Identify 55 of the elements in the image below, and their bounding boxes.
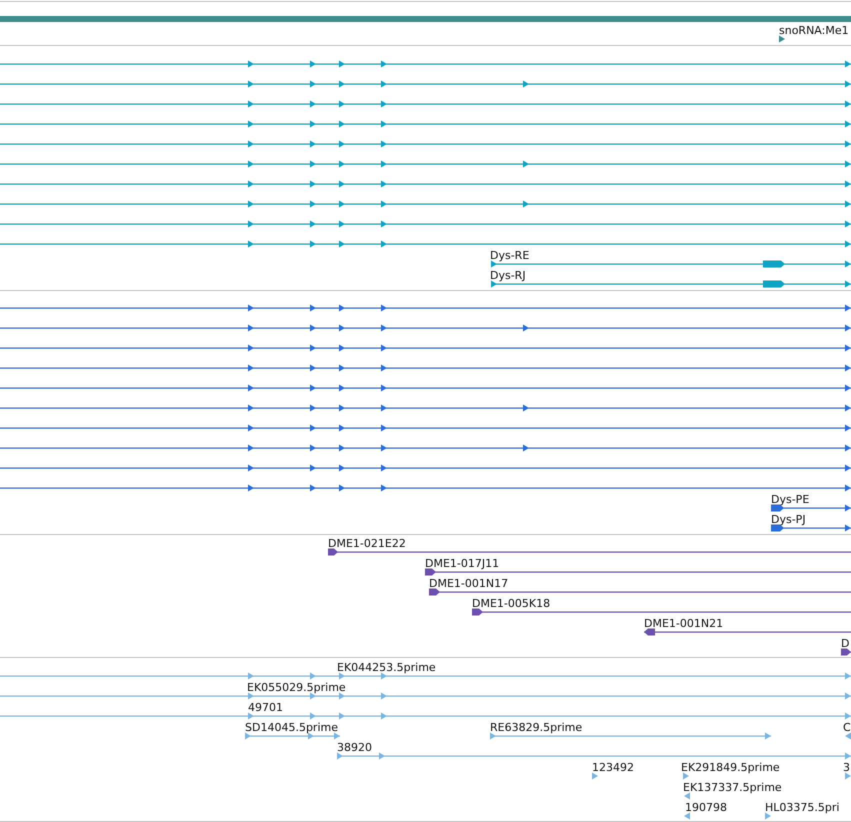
feature-label: Dys-PJ [771, 513, 806, 526]
gene-feature[interactable] [0, 120, 851, 128]
feature-label: snoRNA:Me1 [779, 24, 849, 37]
feature-label: 49701 [248, 701, 283, 714]
gene-feature[interactable] [771, 524, 851, 532]
gene-feature[interactable] [425, 568, 851, 576]
feature-label: 190798 [685, 801, 727, 814]
gene-feature[interactable] [0, 364, 851, 372]
feature-label: Dys-RJ [490, 269, 526, 282]
feature-label: DME1-021E22 [328, 537, 406, 550]
gene-feature[interactable] [429, 588, 851, 596]
feature-label: EK044253.5prime [337, 661, 436, 674]
gene-feature[interactable] [328, 548, 851, 556]
gene-feature[interactable] [0, 80, 851, 88]
feature-label: DME1-001N21 [644, 617, 724, 630]
gene-feature[interactable] [0, 200, 851, 208]
gene-feature[interactable] [491, 280, 851, 288]
feature-label: EK137337.5prime [683, 781, 782, 794]
gene-feature[interactable] [779, 36, 785, 42]
feature-label: RE63829.5prime [490, 721, 582, 734]
gene-feature[interactable] [841, 648, 851, 656]
gene-feature[interactable] [0, 404, 851, 412]
feature-label: SD14045.5prime [245, 721, 338, 734]
feature-label: DME1-005K18 [472, 597, 550, 610]
feature-label: 3 [843, 761, 850, 774]
gene-feature[interactable] [0, 324, 851, 332]
gene-feature[interactable] [0, 140, 851, 148]
feature-label: HL03375.5pri [765, 801, 840, 814]
feature-label: D [841, 637, 850, 650]
feature-label: 38920 [337, 741, 372, 754]
gene-feature[interactable] [0, 240, 851, 248]
feature-label: EK291849.5prime [681, 761, 780, 774]
feature-label: 123492 [592, 761, 634, 774]
feature-label: C [843, 721, 851, 734]
feature-label: DME1-001N17 [429, 577, 508, 590]
feature-label: DME1-017J11 [425, 557, 500, 570]
gene-feature[interactable] [0, 464, 851, 472]
gene-feature[interactable] [0, 384, 851, 392]
gene-feature[interactable] [0, 304, 851, 312]
gene-feature[interactable] [0, 220, 851, 228]
gene-feature[interactable] [0, 484, 851, 492]
gene-feature[interactable] [491, 260, 851, 268]
gene-feature[interactable] [472, 608, 851, 616]
gene-feature[interactable] [771, 504, 851, 512]
gene-feature[interactable] [0, 424, 851, 432]
gene-feature[interactable] [0, 60, 851, 68]
gene-feature[interactable] [644, 628, 851, 636]
feature-label: Dys-RE [490, 249, 530, 262]
gene-feature[interactable] [0, 160, 851, 168]
gene-feature[interactable] [0, 100, 851, 108]
feature-label: Dys-PE [771, 493, 810, 506]
gene-feature[interactable] [0, 444, 851, 452]
gene-feature[interactable] [0, 180, 851, 188]
feature-label: EK055029.5prime [247, 681, 346, 694]
gene-feature[interactable] [0, 344, 851, 352]
